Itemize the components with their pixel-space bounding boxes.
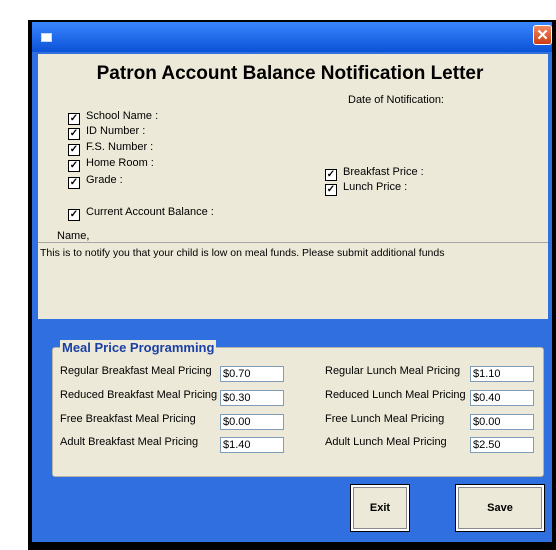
date-of-notification-label: Date of Notification: bbox=[348, 94, 444, 106]
reduced-lunch-input[interactable] bbox=[470, 390, 534, 406]
checkbox-label: F.S. Number : bbox=[86, 141, 154, 153]
checkbox-icon[interactable]: ✓ bbox=[68, 160, 80, 172]
reduced-breakfast-input[interactable] bbox=[220, 390, 284, 406]
window-menu-icon[interactable] bbox=[41, 33, 52, 42]
regular-breakfast-input[interactable] bbox=[220, 366, 284, 382]
checkbox-label: ID Number : bbox=[86, 125, 146, 137]
checkbox-id-number[interactable]: ✓ ID Number : bbox=[68, 125, 146, 140]
save-button[interactable]: Save bbox=[455, 484, 545, 532]
checkbox-breakfast-price[interactable]: ✓ Breakfast Price : bbox=[325, 166, 424, 181]
checkbox-school-name[interactable]: ✓ School Name : bbox=[68, 110, 159, 125]
checkbox-label: Grade : bbox=[86, 174, 123, 186]
checkbox-fs-number[interactable]: ✓ F.S. Number : bbox=[68, 141, 154, 156]
free-lunch-label: Free Lunch Meal Pricing bbox=[325, 413, 445, 425]
free-breakfast-label: Free Breakfast Meal Pricing bbox=[60, 413, 196, 425]
checkbox-label: Breakfast Price : bbox=[343, 166, 424, 178]
checkbox-icon[interactable]: ✓ bbox=[68, 177, 80, 189]
checkbox-icon[interactable]: ✓ bbox=[68, 128, 80, 140]
checkbox-label: School Name : bbox=[86, 110, 159, 122]
checkbox-current-account-balance[interactable]: ✓ Current Account Balance : bbox=[68, 206, 214, 221]
regular-breakfast-label: Regular Breakfast Meal Pricing bbox=[60, 365, 212, 377]
checkbox-home-room[interactable]: ✓ Home Room : bbox=[68, 157, 154, 172]
exit-button[interactable]: Exit bbox=[350, 484, 410, 532]
adult-breakfast-input[interactable] bbox=[220, 437, 284, 453]
group-title: Meal Price Programming bbox=[60, 340, 217, 355]
checkbox-icon[interactable]: ✓ bbox=[68, 144, 80, 156]
letter-title: Patron Account Balance Notification Lett… bbox=[96, 63, 484, 84]
regular-lunch-label: Regular Lunch Meal Pricing bbox=[325, 365, 461, 377]
checkbox-icon[interactable]: ✓ bbox=[68, 113, 80, 125]
close-icon: ✕ bbox=[536, 27, 549, 44]
checkbox-icon[interactable]: ✓ bbox=[325, 169, 337, 181]
checkbox-label: Home Room : bbox=[86, 157, 154, 169]
adult-lunch-input[interactable] bbox=[470, 437, 534, 453]
checkbox-label: Lunch Price : bbox=[343, 181, 408, 193]
close-button[interactable]: ✕ bbox=[533, 25, 552, 45]
title-bar[interactable] bbox=[32, 22, 552, 52]
checkbox-icon[interactable]: ✓ bbox=[68, 209, 80, 221]
free-breakfast-input[interactable] bbox=[220, 414, 284, 430]
checkbox-label: Current Account Balance : bbox=[86, 206, 214, 218]
reduced-lunch-label: Reduced Lunch Meal Pricing bbox=[325, 389, 466, 401]
regular-lunch-input[interactable] bbox=[470, 366, 534, 382]
letter-body-text[interactable]: This is to notify you that your child is… bbox=[38, 242, 548, 318]
free-lunch-input[interactable] bbox=[470, 414, 534, 430]
adult-lunch-label: Adult Lunch Meal Pricing bbox=[325, 436, 447, 448]
checkbox-icon[interactable]: ✓ bbox=[325, 184, 337, 196]
adult-breakfast-label: Adult Breakfast Meal Pricing bbox=[60, 436, 199, 448]
checkbox-lunch-price[interactable]: ✓ Lunch Price : bbox=[325, 181, 408, 196]
checkbox-grade[interactable]: ✓ Grade : bbox=[68, 174, 123, 189]
salutation-label: Name, bbox=[57, 230, 90, 242]
reduced-breakfast-label: Reduced Breakfast Meal Pricing bbox=[60, 389, 218, 401]
